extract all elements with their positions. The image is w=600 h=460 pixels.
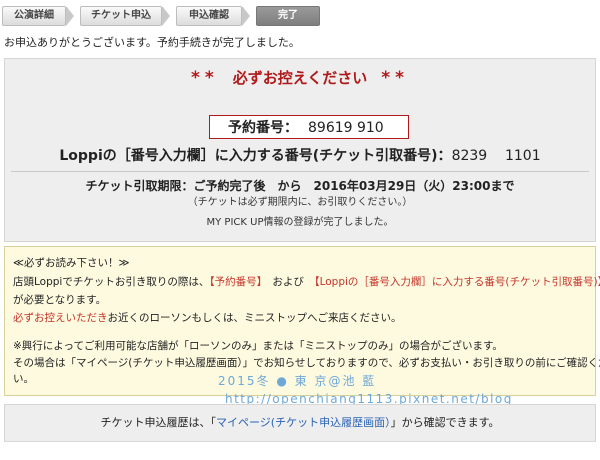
step-arrow-icon [162, 6, 170, 26]
asterisk-mark: ** [381, 68, 410, 88]
pickup-deadline: チケット引取期限：ご予約完了後 から 2016年03月29日（火）23:00まで [85, 179, 515, 193]
pickup-deadline-note: （チケットは必ず期限内に、お引取りください。） [187, 197, 413, 208]
loppi-number-value: 8239 1101 [451, 148, 541, 164]
watermark-text: 2015冬 ● 東 京@池 藍 [218, 374, 377, 388]
step-arrow-icon [66, 6, 74, 26]
my-pick-up-message: MY PICK UP情報の登録が完了しました。 [206, 217, 394, 228]
must-read-line: が必要となります。 [13, 294, 107, 306]
reservation-number-ref: 【予約番号】 [209, 276, 262, 288]
must-read-text: および [261, 276, 315, 288]
must-read-line: ※興行によってご利用可能な店舗が「ローソンのみ」または「ミニストップのみ」の場合… [13, 340, 503, 352]
asterisk-mark: ** [190, 68, 219, 88]
history-prefix: チケット申込履歴は、「 [100, 416, 217, 429]
step-confirm: 申込確認 [176, 6, 242, 26]
step-performance-details: 公演詳細 [2, 6, 66, 26]
must-read-line: 店頭Loppiでチケットお引き取りの際は、【予約番号】 および 【Loppiの［… [13, 274, 600, 289]
must-read-emphasis: 必ずお控えいただき [13, 312, 108, 324]
must-read-text: 店頭Loppiでチケットお引き取りの際は、 [13, 276, 210, 288]
loppi-number-row: Loppiの［番号入力欄］に入力する番号(チケット引取番号)：8239 1101 [5, 145, 595, 165]
must-read-line: 必ずお控えいただきお近くのローソンもしくは、ミニストップへご来店ください。 [13, 310, 402, 325]
step-ticket-apply: チケット申込 [80, 6, 162, 26]
loppi-number-label: Loppiの［番号入力欄］に入力する番号(チケット引取番号)： [59, 148, 452, 164]
progress-steps: 公演詳細 チケット申込 申込確認 完了 [0, 0, 600, 28]
keep-notice-text: 必ずお控えください [232, 69, 368, 87]
history-suffix: 」から確認できます。 [390, 416, 500, 429]
must-read-line: い。 [13, 373, 34, 385]
loppi-number-ref: 【Loppiの［番号入力欄］に入力する番号(チケット引取番号)】 [314, 276, 600, 288]
reservation-info-panel: ** 必ずお控えください ** 予約番号： 89619 910 Loppiの［番号入力… [4, 58, 596, 242]
reservation-number-box: 予約番号： 89619 910 [209, 115, 409, 139]
step-complete: 完了 [256, 6, 320, 26]
reservation-number-value: 89619 910 [308, 120, 384, 136]
reservation-number-label: 予約番号： [228, 120, 298, 136]
must-read-line: その場合は「マイページ(チケット申込履歴画面）」でお知らせしておりますので、必ず… [13, 357, 600, 369]
step-arrow-icon [242, 6, 250, 26]
mypage-history-link[interactable]: マイページ(チケット申込履歴画面） [216, 416, 391, 429]
history-panel: チケット申込履歴は、「マイページ(チケット申込履歴画面）」から確認できます。 [4, 404, 596, 442]
must-read-text: お近くのローソンもしくは、ミニストップへご来店ください。 [107, 312, 402, 324]
divider [11, 171, 589, 172]
must-read-title: ≪必ずお読み下さい！≫ [13, 257, 130, 269]
completion-message: お申込ありがとうございます。予約手続きが完了しました。 [4, 36, 300, 49]
keep-notice: ** 必ずお控えください ** [5, 67, 595, 88]
